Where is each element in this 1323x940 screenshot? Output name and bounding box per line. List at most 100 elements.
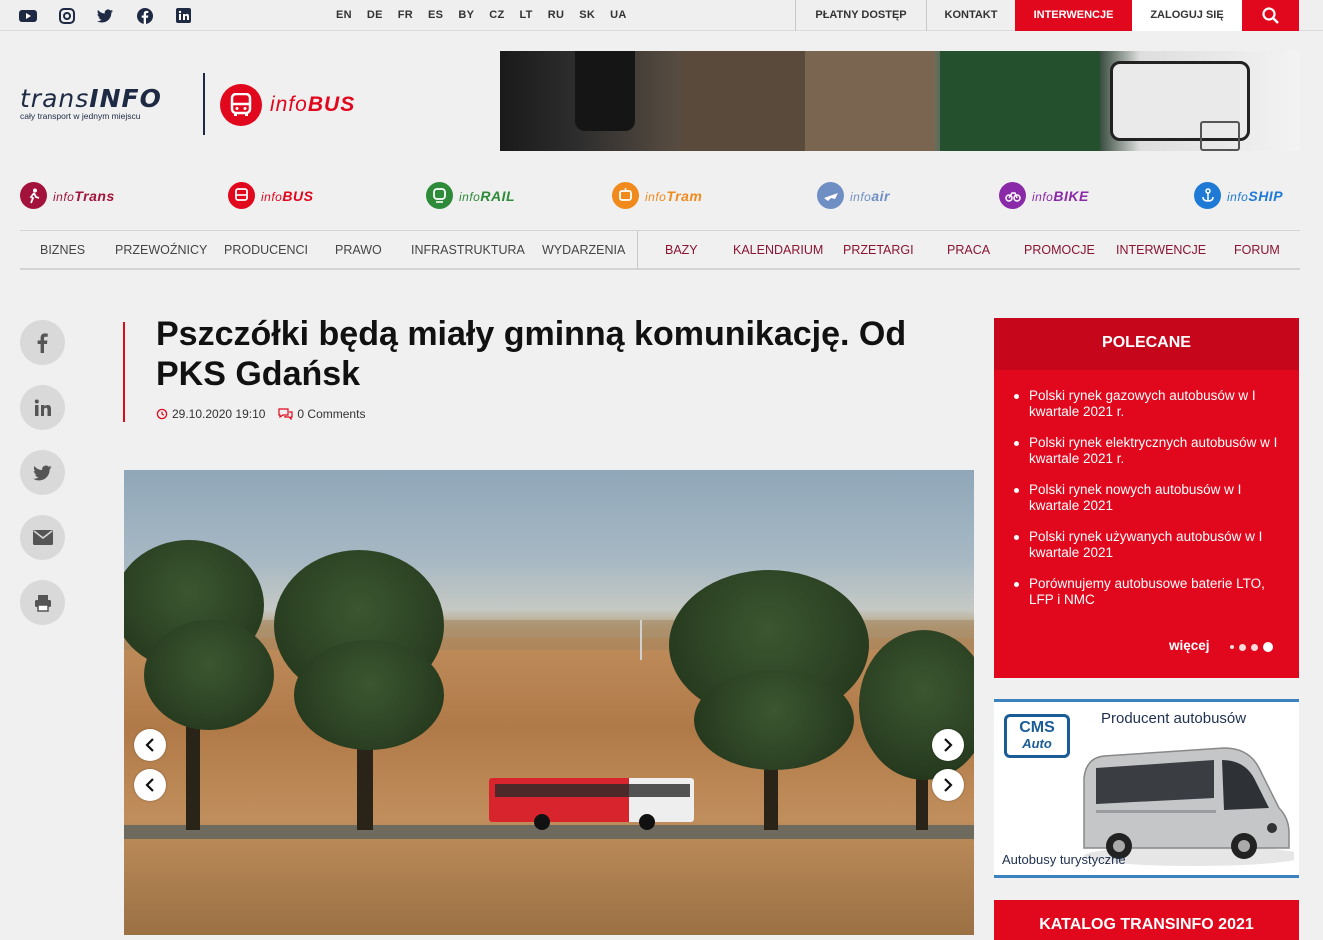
lang-by[interactable]: BY	[458, 9, 474, 21]
share-email-button[interactable]	[20, 515, 65, 560]
infobus-icon	[228, 182, 255, 209]
chevron-right-icon	[944, 778, 953, 792]
facebook-icon[interactable]	[135, 6, 154, 25]
recommended-heading: POLECANE	[994, 318, 1299, 370]
chevron-left-icon	[145, 738, 154, 752]
cms-ad-subtitle: Autobusy turystyczne	[1002, 852, 1126, 867]
pagination-dot[interactable]	[1239, 643, 1246, 651]
logo-bus-bold: BUS	[307, 93, 356, 116]
share-buttons	[20, 320, 65, 645]
pagination-dot-active[interactable]	[1263, 642, 1273, 652]
top-bar: EN DE FR ES BY CZ LT RU SK UA PŁATNY DOS…	[0, 0, 1323, 31]
slider-prev-button[interactable]	[134, 729, 166, 761]
lang-sk[interactable]: SK	[579, 9, 595, 21]
share-linkedin-button[interactable]	[20, 385, 65, 430]
nav-infrastruktura[interactable]: INFRASTRUKTURA	[411, 243, 525, 257]
service-infobus[interactable]: infoBUS	[228, 182, 313, 209]
slider-next-button[interactable]	[932, 729, 964, 761]
lang-cz[interactable]: CZ	[489, 9, 504, 21]
nav-producenci[interactable]: PRODUCENCI	[224, 243, 308, 257]
service-infoair-bold: air	[871, 187, 890, 204]
youtube-icon[interactable]	[18, 6, 37, 25]
lang-ru[interactable]: RU	[548, 9, 565, 21]
share-facebook-button[interactable]	[20, 320, 65, 365]
instagram-icon[interactable]	[57, 6, 76, 25]
recommended-item[interactable]: Polski rynek nowych autobusów w I kwarta…	[1014, 482, 1284, 514]
recommended-item[interactable]: Porównujemy autobusowe baterie LTO, LFP …	[1014, 576, 1284, 608]
nav-forum[interactable]: FORUM	[1234, 243, 1280, 257]
language-selector: EN DE FR ES BY CZ LT RU SK UA	[336, 9, 642, 21]
service-infobike[interactable]: infoBIKE	[999, 182, 1089, 209]
slider-prev-button-secondary[interactable]	[134, 769, 166, 801]
lang-en[interactable]: EN	[336, 9, 352, 21]
infoship-icon	[1194, 182, 1221, 209]
service-inforail-light: info	[459, 189, 481, 204]
nav-promocje[interactable]: PROMOCJE	[1024, 243, 1095, 257]
bus-in-photo	[489, 778, 694, 830]
article-photo-slider[interactable]	[124, 470, 974, 935]
infobus-logo[interactable]: infoBUS	[220, 84, 355, 126]
article-date: 29.10.2020 19:10	[172, 407, 266, 421]
logo-trans-light: trans	[20, 84, 90, 113]
nav-biznes[interactable]: BIZNES	[40, 243, 85, 257]
article-title: Pszczółki będą miały gminną komunikację.…	[156, 315, 907, 393]
printer-icon	[34, 594, 51, 612]
nav-praca[interactable]: PRACA	[947, 243, 990, 257]
comments-link[interactable]: 0 Comments	[278, 407, 365, 421]
nav-prawo[interactable]: PRAWO	[335, 243, 382, 257]
catalog-banner[interactable]: KATALOG TRANSINFO 2021	[994, 900, 1299, 940]
header-banner-ad[interactable]	[500, 51, 1300, 151]
chevron-left-icon	[145, 778, 154, 792]
service-infoship[interactable]: infoSHIP	[1194, 182, 1283, 209]
interventions-button[interactable]: INTERWENCJE	[1015, 0, 1132, 31]
transinfo-logo[interactable]: transINFO cały transport w jednym miejsc…	[20, 84, 162, 121]
nav-przetargi[interactable]: PRZETARGI	[843, 243, 914, 257]
lang-fr[interactable]: FR	[398, 9, 413, 21]
pagination-dot[interactable]	[1230, 645, 1234, 649]
infobike-icon	[999, 182, 1026, 209]
article-meta: 29.10.2020 19:10 0 Comments	[156, 407, 378, 421]
cms-logo-bottom: Auto	[1022, 736, 1052, 751]
service-infobus-light: info	[261, 189, 283, 204]
recommended-item[interactable]: Polski rynek używanych autobusów w I kwa…	[1014, 529, 1284, 561]
lang-de[interactable]: DE	[367, 9, 383, 21]
service-inforail-bold: RAIL	[480, 187, 516, 204]
nav-bazy[interactable]: BAZY	[665, 243, 698, 257]
lang-lt[interactable]: LT	[519, 9, 532, 21]
facebook-icon	[37, 332, 48, 353]
recommended-item[interactable]: Polski rynek gazowych autobusów w I kwar…	[1014, 388, 1284, 420]
service-infoair-light: info	[850, 189, 872, 204]
service-infoair[interactable]: infoair	[817, 182, 890, 209]
cms-logo-top: CMS	[1019, 719, 1055, 736]
recommended-more-link[interactable]: więcej	[1169, 638, 1210, 653]
service-infotram[interactable]: infoTram	[612, 182, 702, 209]
linkedin-icon[interactable]	[174, 6, 193, 25]
paid-access-link[interactable]: PŁATNY DOSTĘP	[795, 0, 926, 31]
top-nav: PŁATNY DOSTĘP KONTAKT INTERWENCJE ZALOGU…	[795, 0, 1299, 31]
recommended-box: POLECANE Polski rynek gazowych autobusów…	[994, 318, 1299, 678]
lang-es[interactable]: ES	[428, 9, 443, 21]
minibus-image	[1083, 747, 1294, 866]
logo-bus-light: info	[270, 93, 308, 116]
nav-przewoznicy[interactable]: PRZEWOŹNICY	[115, 243, 207, 257]
nav-kalendarium[interactable]: KALENDARIUM	[733, 243, 823, 257]
print-button[interactable]	[20, 580, 65, 625]
service-inforail[interactable]: infoRAIL	[426, 182, 515, 209]
infoair-icon	[817, 182, 844, 209]
recommended-item[interactable]: Polski rynek elektrycznych autobusów w I…	[1014, 435, 1284, 467]
cms-auto-ad[interactable]: CMS Auto Producent autobusów Autobusy tu…	[994, 699, 1299, 878]
twitter-icon[interactable]	[96, 6, 115, 25]
logo-divider	[203, 73, 205, 135]
lang-ua[interactable]: UA	[610, 9, 627, 21]
pagination-dot[interactable]	[1251, 643, 1258, 651]
share-twitter-button[interactable]	[20, 450, 65, 495]
slider-next-button-secondary[interactable]	[932, 769, 964, 801]
nav-wydarzenia[interactable]: WYDARZENIA	[542, 243, 625, 257]
chevron-right-icon	[944, 738, 953, 752]
service-infotrans[interactable]: infoTrans	[20, 182, 115, 209]
infotram-icon	[612, 182, 639, 209]
search-button[interactable]	[1242, 0, 1299, 31]
nav-interwencje[interactable]: INTERWENCJE	[1116, 243, 1206, 257]
contact-link[interactable]: KONTAKT	[926, 0, 1015, 31]
login-button[interactable]: ZALOGUJ SIĘ	[1132, 0, 1242, 31]
